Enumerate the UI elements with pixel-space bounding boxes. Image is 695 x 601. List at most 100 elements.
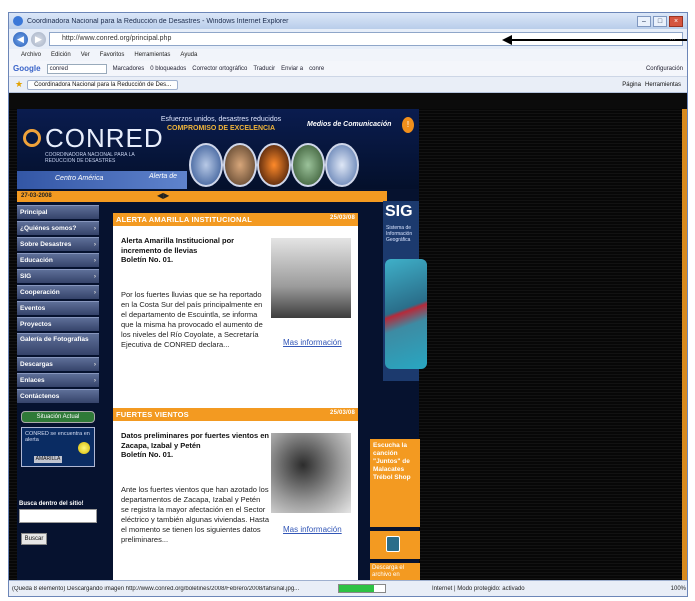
close-button[interactable]: × (669, 15, 683, 27)
sidebar-item-proyectos[interactable]: Proyectos (17, 317, 99, 331)
conred-site: CONRED COORDINADORA NACIONAL PARA LA RED… (17, 109, 427, 582)
sidebar-item-educacion[interactable]: Educación › (17, 253, 99, 267)
menu-ver[interactable]: Ver (81, 52, 90, 58)
news-bulletin: Boletín No. 01. (121, 450, 174, 459)
sidebar-item-eventos[interactable]: Eventos (17, 301, 99, 315)
address-bar: ◀ ▶ http://www.conred.org/principal.php … (9, 29, 687, 49)
tagline: Esfuerzos unidos, desastres reducidos CO… (151, 115, 291, 133)
alert-status-box[interactable]: CONRED se encuentra en alerta AMARILLA (21, 427, 95, 467)
header-band: Centro América Alerta de (17, 171, 187, 189)
news-header-title: FUERTES VIENTOS (116, 410, 189, 419)
slider-arrows-icon[interactable]: ◀▶ (157, 191, 169, 200)
news-header-title: ALERTA AMARILLA INSTITUCIONAL (116, 215, 253, 224)
toolbar-corrector[interactable]: Corrector ortográfico (192, 66, 247, 72)
site-logo[interactable]: CONRED (45, 123, 164, 154)
sidebar-item-cooperacion[interactable]: Cooperación › (17, 285, 99, 299)
back-icon[interactable]: ◀ (13, 31, 28, 47)
page-viewport: CONRED COORDINADORA NACIONAL PARA LA RED… (9, 109, 687, 582)
globe-image-1 (189, 143, 223, 187)
url-field[interactable]: http://www.conred.org/principal.php … (49, 32, 687, 46)
browser-window: Coordinadora Nacional para la Reducción … (8, 12, 688, 597)
tools-pagina[interactable]: Página (622, 82, 641, 88)
toolbar-marcadores[interactable]: Marcadores (113, 66, 145, 72)
date-bar: 27-03-2008 ◀▶ (17, 191, 387, 202)
menu-archivo[interactable]: Archivo (21, 52, 41, 58)
load-progress (338, 584, 386, 593)
favorites-star-icon[interactable]: ★ (15, 79, 23, 90)
maximize-button[interactable]: □ (653, 15, 667, 27)
alert-status-text: CONRED se encuentra en alerta (25, 431, 90, 443)
site-search-label: Busca dentro del sitio! (19, 501, 84, 507)
media-link[interactable]: Medios de Comunicación (307, 121, 391, 128)
logo-subtitle: COORDINADORA NACIONAL PARA LA REDUCCION … (45, 152, 135, 164)
promo-song-box[interactable]: Escucha la canción "Juntos" de Malacates… (370, 439, 420, 527)
media-icon[interactable]: ! (402, 117, 414, 133)
news-body: Por los fuertes lluvias que se ha report… (121, 290, 263, 349)
date-label: 27-03-2008 (21, 193, 52, 199)
sig-map-image (385, 259, 427, 369)
more-info-link[interactable]: Mas información (283, 338, 342, 347)
page-scrollbar[interactable] (682, 109, 687, 582)
ie-icon (13, 16, 23, 26)
conred-logo-icon (23, 129, 41, 147)
google-search-input[interactable]: conred (46, 63, 107, 74)
tools-herramientas[interactable]: Herramientas (645, 82, 681, 88)
menu-ayuda[interactable]: Ayuda (180, 52, 197, 58)
sidebar-item-galeria[interactable]: Galería de Fotografías (17, 333, 99, 355)
google-toolbar: Google conred Marcadores 0 bloqueados Co… (9, 61, 687, 77)
news-body: Ante los fuertes vientos que han azotado… (121, 485, 269, 544)
promo-song-text: Escucha la canción "Juntos" de Malacates… (373, 442, 411, 481)
minimize-button[interactable]: – (637, 15, 651, 27)
globe-image-3 (257, 143, 291, 187)
toolbar-enviar[interactable]: Enviar a (281, 66, 303, 72)
news-header-date: 25/03/08 (330, 410, 355, 416)
news-item: Datos preliminares por fuertes vientos e… (113, 421, 358, 596)
globe-image-4 (291, 143, 325, 187)
sig-subtitle: Sistema de Información Geográfica (386, 225, 413, 243)
site-header: CONRED COORDINADORA NACIONAL PARA LA RED… (17, 109, 419, 189)
sidebar-item-enlaces[interactable]: Enlaces › (17, 373, 99, 387)
news-title[interactable]: Alerta Amarilla Institucional por increm… (121, 236, 269, 265)
sidebar-item-contactenos[interactable]: Contáctenos (17, 389, 99, 403)
menu-edicion[interactable]: Edición (51, 52, 71, 58)
annotation-arrow (510, 39, 687, 41)
toolbar-configuracion[interactable]: Configuración (646, 66, 683, 72)
security-zone: Internet | Modo protegido: activado (432, 585, 525, 592)
news-header-1: ALERTA AMARILLA INSTITUCIONAL 25/03/08 (113, 213, 358, 226)
status-message: (Queda 8 elemento) Descargando imagen ht… (12, 585, 300, 592)
globe-image-2 (223, 143, 257, 187)
google-logo: Google (13, 64, 41, 73)
news-photo-rain[interactable] (271, 238, 351, 318)
band-left-text: Centro América (55, 175, 104, 182)
url-ghost: … (669, 35, 676, 42)
news-panel: ALERTA AMARILLA INSTITUCIONAL 25/03/08 A… (113, 213, 358, 582)
sidebar-item-sig[interactable]: SIG › (17, 269, 99, 283)
tab-bar: ★ Coordinadora Nacional para la Reducció… (9, 77, 687, 93)
sidebar-item-quienes-somos[interactable]: ¿Quiénes somos? › (17, 221, 99, 235)
menu-herramientas[interactable]: Herramientas (134, 52, 170, 58)
toolbar-conre[interactable]: conre (309, 66, 324, 72)
alert-light-icon (78, 442, 90, 454)
forward-icon[interactable]: ▶ (31, 31, 46, 47)
sig-banner[interactable]: SIG Sistema de Información Geográfica (383, 201, 427, 381)
site-search-button[interactable]: Buscar (21, 533, 47, 545)
sidebar-item-descargas[interactable]: Descargas › (17, 357, 99, 371)
sig-title: SIG (385, 203, 413, 220)
more-info-link[interactable]: Mas información (283, 525, 342, 534)
site-search-input[interactable] (19, 509, 97, 523)
toolbar-traducir[interactable]: Traducir (253, 66, 275, 72)
zoom-level[interactable]: 100% (671, 586, 686, 592)
tab-conred[interactable]: Coordinadora Nacional para la Reducción … (27, 79, 179, 90)
situation-badge[interactable]: Situación Actual (21, 411, 95, 423)
news-photo-wind[interactable] (271, 433, 351, 513)
menu-bar: Archivo Edición Ver Favoritos Herramient… (9, 49, 687, 61)
sidebar-item-sobre-desastres[interactable]: Sobre Desastres › (17, 237, 99, 251)
menu-favoritos[interactable]: Favoritos (100, 52, 125, 58)
sidebar-item-principal[interactable]: Principal (17, 205, 99, 219)
news-title[interactable]: Datos preliminares por fuertes vientos e… (121, 431, 269, 460)
toolbar-bloqueados[interactable]: 0 bloqueados (150, 66, 186, 72)
news-header-2: FUERTES VIENTOS 25/03/08 (113, 408, 358, 421)
promo-download-icon[interactable] (370, 531, 420, 559)
news-header-date: 25/03/08 (330, 215, 355, 221)
sidebar-nav: Principal ¿Quiénes somos? › Sobre Desastr… (17, 205, 99, 555)
